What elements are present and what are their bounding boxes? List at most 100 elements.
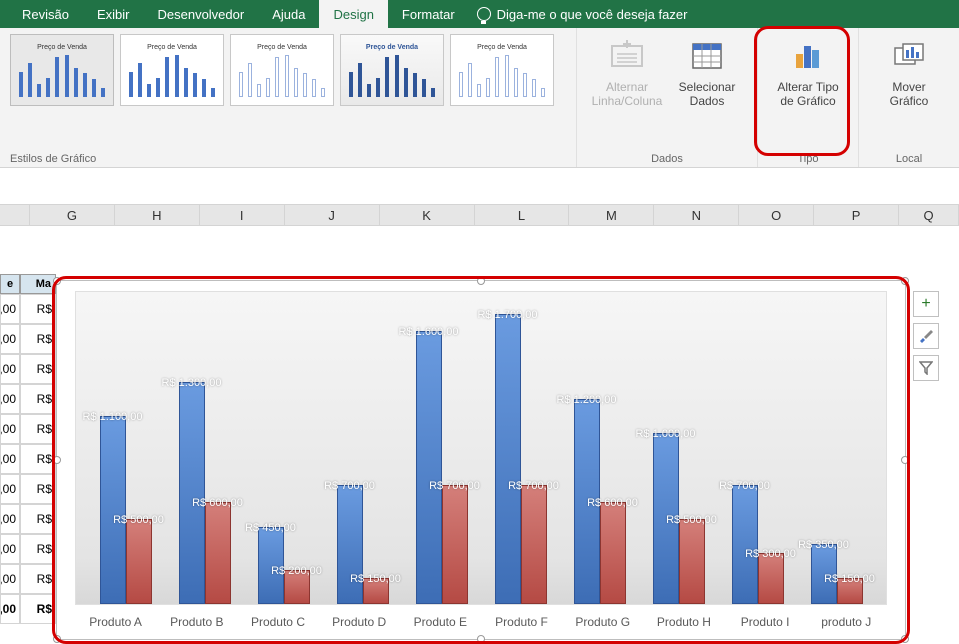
- cell-value[interactable]: 0,00: [0, 504, 20, 534]
- col-gutter: [0, 205, 30, 225]
- col-header[interactable]: K: [380, 205, 475, 225]
- bar-group[interactable]: R$ 1.100,00R$ 500,00: [89, 416, 163, 604]
- resize-handle[interactable]: [477, 635, 485, 643]
- change-chart-type-button[interactable]: Alterar Tipo de Gráfico: [768, 34, 848, 109]
- cell-value[interactable]: R$: [20, 324, 56, 354]
- cell-value[interactable]: 0,00: [0, 414, 20, 444]
- tab-ajuda[interactable]: Ajuda: [258, 0, 319, 28]
- bar-red[interactable]: R$ 600,00: [205, 502, 231, 604]
- bar-red[interactable]: R$ 700,00: [521, 485, 547, 604]
- col-header[interactable]: Q: [899, 205, 959, 225]
- cell-value[interactable]: 0,00: [0, 564, 20, 594]
- resize-handle[interactable]: [477, 277, 485, 285]
- cell-value[interactable]: R$: [20, 504, 56, 534]
- bar-red[interactable]: R$ 150,00: [363, 578, 389, 604]
- col-header[interactable]: P: [814, 205, 899, 225]
- cell-value[interactable]: 0,00: [0, 294, 20, 324]
- bar-blue[interactable]: R$ 1.100,00: [100, 416, 126, 604]
- bar-blue[interactable]: R$ 700,00: [732, 485, 758, 604]
- col-header[interactable]: O: [739, 205, 814, 225]
- cell-value[interactable]: R$: [20, 474, 56, 504]
- x-axis-label: Produto B: [160, 615, 234, 629]
- cell-value[interactable]: 0,00: [0, 444, 20, 474]
- bar-red[interactable]: R$ 600,00: [600, 502, 626, 604]
- x-axis-label: Produto E: [403, 615, 477, 629]
- bar-group[interactable]: R$ 1.700,00R$ 700,00: [484, 314, 558, 604]
- cell-value[interactable]: R$: [20, 354, 56, 384]
- bar-red[interactable]: R$ 500,00: [679, 519, 705, 604]
- embedded-chart[interactable]: R$ 1.100,00R$ 500,00R$ 1.300,00R$ 600,00…: [56, 280, 906, 640]
- bar-group[interactable]: R$ 450,00R$ 200,00: [247, 527, 321, 604]
- col-header[interactable]: H: [115, 205, 200, 225]
- col-header[interactable]: M: [569, 205, 654, 225]
- resize-handle[interactable]: [53, 456, 61, 464]
- tab-revisao[interactable]: Revisão: [8, 0, 83, 28]
- chart-elements-button[interactable]: +: [913, 291, 939, 317]
- bar-group[interactable]: R$ 1.200,00R$ 600,00: [563, 399, 637, 604]
- data-label: R$ 450,00: [245, 522, 296, 534]
- chart-style-3[interactable]: Preço de Venda: [230, 34, 334, 106]
- bar-group[interactable]: R$ 1.300,00R$ 600,00: [168, 382, 242, 604]
- resize-handle[interactable]: [901, 456, 909, 464]
- resize-handle[interactable]: [901, 277, 909, 285]
- chart-bars: R$ 1.100,00R$ 500,00R$ 1.300,00R$ 600,00…: [86, 298, 876, 604]
- chart-styles-button[interactable]: [913, 323, 939, 349]
- cell-value[interactable]: R$: [20, 294, 56, 324]
- group-label-styles: Estilos de Gráfico: [10, 149, 96, 165]
- data-label: R$ 150,00: [824, 573, 875, 585]
- cell-value[interactable]: R$: [20, 564, 56, 594]
- cell-value[interactable]: 0,00: [0, 474, 20, 504]
- col-header[interactable]: N: [654, 205, 739, 225]
- cell-value[interactable]: 0,00: [0, 534, 20, 564]
- column-headers: G H I J K L M N O P Q: [0, 204, 959, 226]
- bar-blue[interactable]: R$ 700,00: [337, 485, 363, 604]
- tell-me-search[interactable]: Diga-me o que você deseja fazer: [477, 7, 688, 22]
- tab-design[interactable]: Design: [319, 0, 387, 28]
- bar-red[interactable]: R$ 300,00: [758, 553, 784, 604]
- chart-style-5[interactable]: Preço de Venda: [450, 34, 554, 106]
- chart-style-1[interactable]: Preço de Venda: [10, 34, 114, 106]
- bar-group[interactable]: R$ 350,00R$ 150,00: [800, 544, 874, 604]
- switch-row-col-button: Alternar Linha/Coluna: [587, 34, 667, 109]
- chart-plot-area[interactable]: R$ 1.100,00R$ 500,00R$ 1.300,00R$ 600,00…: [75, 291, 887, 605]
- bar-red[interactable]: R$ 150,00: [837, 578, 863, 604]
- chart-style-4[interactable]: Preço de Venda: [340, 34, 444, 106]
- col-header[interactable]: L: [475, 205, 570, 225]
- resize-handle[interactable]: [53, 277, 61, 285]
- bar-blue[interactable]: R$ 1.700,00: [495, 314, 521, 604]
- chart-style-2[interactable]: Preço de Venda: [120, 34, 224, 106]
- bar-group[interactable]: R$ 1.600,00R$ 700,00: [405, 331, 479, 604]
- cell-value[interactable]: R$: [20, 414, 56, 444]
- cell-header-e: e: [0, 274, 20, 294]
- resize-handle[interactable]: [53, 635, 61, 643]
- chart-filters-button[interactable]: [913, 355, 939, 381]
- cell-value[interactable]: 0,00: [0, 324, 20, 354]
- move-chart-icon: [891, 38, 927, 74]
- cell-value[interactable]: 0,00: [0, 384, 20, 414]
- cell-value[interactable]: R$: [20, 534, 56, 564]
- bar-red[interactable]: R$ 500,00: [126, 519, 152, 604]
- col-header[interactable]: I: [200, 205, 285, 225]
- tab-exibir[interactable]: Exibir: [83, 0, 144, 28]
- bar-red[interactable]: R$ 700,00: [442, 485, 468, 604]
- col-header[interactable]: G: [30, 205, 115, 225]
- x-axis-label: Produto I: [728, 615, 802, 629]
- bar-group[interactable]: R$ 700,00R$ 150,00: [326, 485, 400, 604]
- tab-formatar[interactable]: Formatar: [388, 0, 469, 28]
- bar-group[interactable]: R$ 700,00R$ 300,00: [721, 485, 795, 604]
- cell-value[interactable]: R$: [20, 384, 56, 414]
- tab-desenvolvedor[interactable]: Desenvolvedor: [143, 0, 258, 28]
- select-data-button[interactable]: Selecionar Dados: [667, 34, 747, 109]
- bar-blue[interactable]: R$ 1.600,00: [416, 331, 442, 604]
- bar-group[interactable]: R$ 1.000,00R$ 500,00: [642, 433, 716, 604]
- data-label: R$ 1.000,00: [636, 428, 696, 440]
- cell-value[interactable]: R$: [20, 444, 56, 474]
- col-header[interactable]: J: [285, 205, 380, 225]
- bar-blue[interactable]: R$ 1.300,00: [179, 382, 205, 604]
- bar-red[interactable]: R$ 200,00: [284, 570, 310, 604]
- resize-handle[interactable]: [901, 635, 909, 643]
- ribbon-tabs: Revisão Exibir Desenvolvedor Ajuda Desig…: [0, 0, 959, 28]
- move-chart-button[interactable]: Mover Gráfico: [869, 34, 949, 109]
- data-label: R$ 700,00: [324, 480, 375, 492]
- cell-value[interactable]: 0,00: [0, 354, 20, 384]
